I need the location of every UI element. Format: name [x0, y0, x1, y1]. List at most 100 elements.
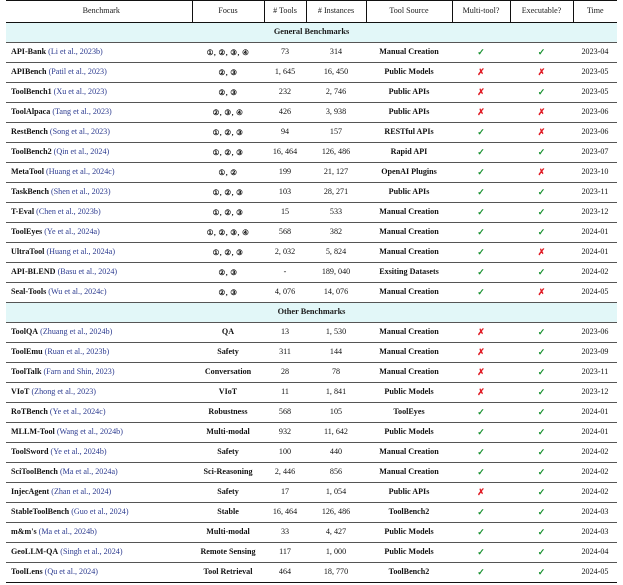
table-row[interactable]: InjecAgent (Zhan et al., 2024)Safety171,… [6, 483, 617, 503]
table-row[interactable]: ToolTalk (Farn and Shin, 2023)Conversati… [6, 363, 617, 383]
benchmark-citation[interactable]: (Singh et al., 2024) [60, 547, 122, 556]
cell-time: 2024-01 [573, 223, 617, 243]
benchmark-name: Seal-Tools [11, 287, 46, 296]
cell-num-tools: 16, 464 [264, 503, 306, 523]
benchmark-citation[interactable]: (Ye et al., 2024c) [50, 407, 106, 416]
cell-benchmark: TaskBench (Shen et al., 2023) [6, 183, 192, 203]
table-row[interactable]: ToolQA (Zhuang et al., 2024b)QA131, 530M… [6, 323, 617, 343]
benchmark-citation[interactable]: (Shen et al., 2023) [51, 187, 111, 196]
table-row[interactable]: T-Eval (Chen et al., 2023b)①, ②, ③15533M… [6, 203, 617, 223]
table-row[interactable]: API-Bank (Li et al., 2023b)①, ②, ③, ④733… [6, 43, 617, 63]
table-row[interactable]: ToolBench2 (Qin et al., 2024)①, ②, ③16, … [6, 143, 617, 163]
benchmark-citation[interactable]: (Huang et al., 2024c) [46, 167, 115, 176]
benchmark-citation[interactable]: (Guo et al., 2024) [71, 507, 128, 516]
cell-executable: ✓ [510, 563, 573, 583]
table-row[interactable]: ToolAlpaca (Tang et al., 2023)②, ③, ④426… [6, 103, 617, 123]
benchmark-citation[interactable]: (Chen et al., 2023b) [36, 207, 101, 216]
table-row[interactable]: MLLM-Tool (Wang et al., 2024b)Multi-moda… [6, 423, 617, 443]
table-row[interactable]: VIoT (Zhong et al., 2023)VIoT111, 841Pub… [6, 383, 617, 403]
benchmark-citation[interactable]: (Zhan et al., 2024) [51, 487, 111, 496]
benchmark-citation[interactable]: (Basu et al., 2024) [58, 267, 118, 276]
cell-num-tools: 33 [264, 523, 306, 543]
benchmark-citation[interactable]: (Ruan et al., 2023b) [45, 347, 110, 356]
cell-tool-source: Public Models [366, 423, 452, 443]
cell-executable: ✗ [510, 103, 573, 123]
cell-focus: Safety [192, 443, 264, 463]
cell-focus: ①, ②, ③ [192, 243, 264, 263]
cell-executable: ✓ [510, 483, 573, 503]
benchmark-citation[interactable]: (Farn and Shin, 2023) [43, 367, 114, 376]
table-row[interactable]: UltraTool (Huang et al., 2024a)①, ②, ③2,… [6, 243, 617, 263]
cell-multi-tool: ✗ [452, 323, 510, 343]
cell-benchmark: ToolBench2 (Qin et al., 2024) [6, 143, 192, 163]
table-row[interactable]: ToolEmu (Ruan et al., 2023b)Safety311144… [6, 343, 617, 363]
table-row[interactable]: StableToolBench (Guo et al., 2024)Stable… [6, 503, 617, 523]
header-row: Benchmark Focus # Tools # Instances Tool… [6, 1, 617, 23]
cell-executable: ✓ [510, 183, 573, 203]
benchmark-name: SciToolBench [11, 467, 58, 476]
table-body: General BenchmarksAPI-Bank (Li et al., 2… [6, 23, 617, 585]
benchmark-citation[interactable]: (Tang et al., 2023) [52, 107, 111, 116]
benchmark-citation[interactable]: (Song et al., 2023) [50, 127, 110, 136]
cell-time: 2023-10 [573, 163, 617, 183]
benchmark-citation[interactable]: (Huang et al., 2024a) [46, 247, 115, 256]
table-row[interactable]: TaskBench (Shen et al., 2023)①, ②, ③1032… [6, 183, 617, 203]
table-row[interactable]: SciToolBench (Ma et al., 2024a)Sci-Reaso… [6, 463, 617, 483]
benchmark-comparison-table: Benchmark Focus # Tools # Instances Tool… [6, 0, 617, 585]
cell-num-tools: 11 [264, 383, 306, 403]
cell-time: 2024-01 [573, 423, 617, 443]
cell-time: 2023-12 [573, 203, 617, 223]
cell-tool-source: Manual Creation [366, 343, 452, 363]
benchmark-citation[interactable]: (Zhong et al., 2023) [31, 387, 96, 396]
section-header-row: Other Benchmarks [6, 303, 617, 323]
benchmark-citation[interactable]: (Ma et al., 2024b) [39, 527, 97, 536]
cell-num-instances: 18, 770 [306, 563, 366, 583]
table-row[interactable]: ToolSword (Ye et al., 2024b)Safety100440… [6, 443, 617, 463]
benchmark-citation[interactable]: (Qin et al., 2024) [54, 147, 110, 156]
cell-tool-source: OpenAI Plugins [366, 163, 452, 183]
benchmark-citation[interactable]: (Wang et al., 2024b) [57, 427, 123, 436]
cell-num-tools: 2, 446 [264, 463, 306, 483]
cell-time: 2024-02 [573, 463, 617, 483]
benchmark-citation[interactable]: (Xu et al., 2023) [54, 87, 107, 96]
table-row[interactable]: MetaTool (Huang et al., 2024c)①, ②19921,… [6, 163, 617, 183]
cell-focus: ②, ③ [192, 263, 264, 283]
cell-time: 2024-02 [573, 263, 617, 283]
benchmark-name: ToolEyes [11, 227, 42, 236]
benchmark-citation[interactable]: (Wu et al., 2024c) [48, 287, 106, 296]
table-row[interactable]: ToolEyes (Ye et al., 2024a)①, ②, ③, ④568… [6, 223, 617, 243]
benchmark-citation[interactable]: (Qu et al., 2024) [45, 567, 98, 576]
cell-multi-tool: ✓ [452, 463, 510, 483]
table-row[interactable]: ToolBench1 (Xu et al., 2023)②, ③2322, 74… [6, 83, 617, 103]
cell-num-instances: 533 [306, 203, 366, 223]
cell-multi-tool: ✓ [452, 123, 510, 143]
cell-num-tools: 117 [264, 543, 306, 563]
cell-num-instances: 1, 841 [306, 383, 366, 403]
cell-num-tools: 932 [264, 423, 306, 443]
benchmark-citation[interactable]: (Ma et al., 2024a) [60, 467, 118, 476]
cell-num-instances: 1, 530 [306, 323, 366, 343]
benchmark-citation[interactable]: (Zhuang et al., 2024b) [40, 327, 112, 336]
cell-num-tools: 94 [264, 123, 306, 143]
table-row[interactable]: GeoLLM-QA (Singh et al., 2024)Remote Sen… [6, 543, 617, 563]
cell-benchmark: InjecAgent (Zhan et al., 2024) [6, 483, 192, 503]
cell-time: 2024-05 [573, 283, 617, 303]
benchmark-citation[interactable]: (Li et al., 2023b) [48, 47, 103, 56]
table-row[interactable]: ToolLens (Qu et al., 2024)Tool Retrieval… [6, 563, 617, 583]
table-row[interactable]: RoTBench (Ye et al., 2024c)Robustness568… [6, 403, 617, 423]
table-row[interactable]: Seal-Tools (Wu et al., 2024c)②, ③4, 0761… [6, 283, 617, 303]
cell-benchmark: T-Eval (Chen et al., 2023b) [6, 203, 192, 223]
table-row[interactable]: APIBench (Patil et al., 2023)②, ③1, 6451… [6, 63, 617, 83]
cell-focus: Tool Retrieval [192, 563, 264, 583]
cell-focus: ①, ②, ③ [192, 203, 264, 223]
benchmark-citation[interactable]: (Patil et al., 2023) [49, 67, 107, 76]
cell-benchmark: ToolAlpaca (Tang et al., 2023) [6, 103, 192, 123]
benchmark-citation[interactable]: (Ye et al., 2024b) [51, 447, 107, 456]
cell-multi-tool: ✗ [452, 383, 510, 403]
cell-focus: Multi-modal [192, 523, 264, 543]
table-row[interactable]: RestBench (Song et al., 2023)①, ②, ③9415… [6, 123, 617, 143]
table-row[interactable]: API-BLEND (Basu et al., 2024)②, ③-189, 0… [6, 263, 617, 283]
cell-multi-tool: ✓ [452, 143, 510, 163]
table-row[interactable]: m&m's (Ma et al., 2024b)Multi-modal334, … [6, 523, 617, 543]
benchmark-citation[interactable]: (Ye et al., 2024a) [44, 227, 100, 236]
